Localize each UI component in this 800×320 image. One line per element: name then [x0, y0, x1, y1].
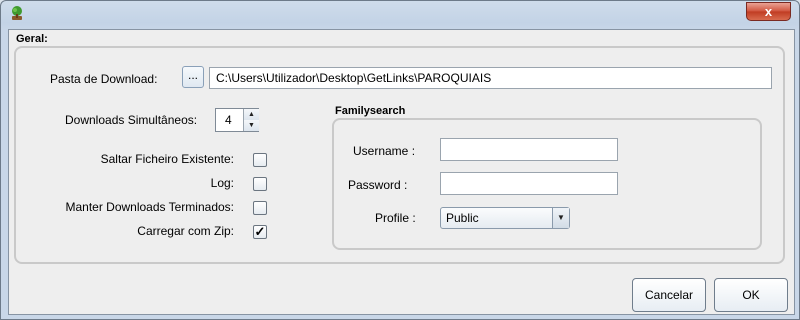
title-bar: x: [1, 1, 799, 23]
close-icon: x: [764, 4, 773, 19]
spinner-value: 4: [225, 113, 232, 127]
log-label: Log:: [210, 176, 234, 190]
profile-label: Profile :: [375, 211, 416, 225]
zip-upload-checkbox[interactable]: ✓: [253, 225, 267, 239]
simultaneous-downloads-label: Downloads Simultâneos:: [65, 113, 198, 127]
dialog-window: x Geral: Pasta de Download: ... C:\Users…: [0, 0, 800, 320]
skip-existing-checkbox[interactable]: [253, 153, 267, 167]
profile-select[interactable]: Public ▼: [440, 207, 570, 229]
download-folder-field[interactable]: C:\Users\Utilizador\Desktop\GetLinks\PAR…: [209, 67, 772, 89]
download-folder-label: Pasta de Download:: [50, 72, 158, 86]
profile-selected-value: Public: [446, 211, 479, 225]
skip-existing-label: Saltar Ficheiro Existente:: [100, 152, 234, 166]
log-checkbox[interactable]: [253, 177, 267, 191]
username-field[interactable]: [440, 138, 618, 161]
keep-finished-label: Manter Downloads Terminados:: [65, 200, 234, 214]
password-field[interactable]: [440, 172, 618, 195]
familysearch-group-title: Familysearch: [335, 105, 406, 117]
geral-group-title: Geral:: [16, 33, 48, 45]
username-label: Username :: [353, 144, 416, 158]
ok-button[interactable]: OK: [714, 278, 788, 312]
zip-upload-label: Carregar com Zip:: [137, 224, 234, 238]
close-button[interactable]: x: [746, 2, 791, 21]
spinner-down-icon[interactable]: ▼: [243, 120, 259, 131]
keep-finished-checkbox[interactable]: [253, 201, 267, 215]
password-label: Password :: [348, 178, 408, 192]
browse-folder-button[interactable]: ...: [182, 66, 204, 88]
chevron-down-icon[interactable]: ▼: [552, 208, 569, 228]
cancel-button[interactable]: Cancelar: [632, 278, 706, 312]
tree-icon: [9, 5, 25, 21]
simultaneous-downloads-spinner[interactable]: 4 ▲ ▼: [215, 108, 259, 132]
dialog-content: Geral: Pasta de Download: ... C:\Users\U…: [8, 29, 795, 315]
